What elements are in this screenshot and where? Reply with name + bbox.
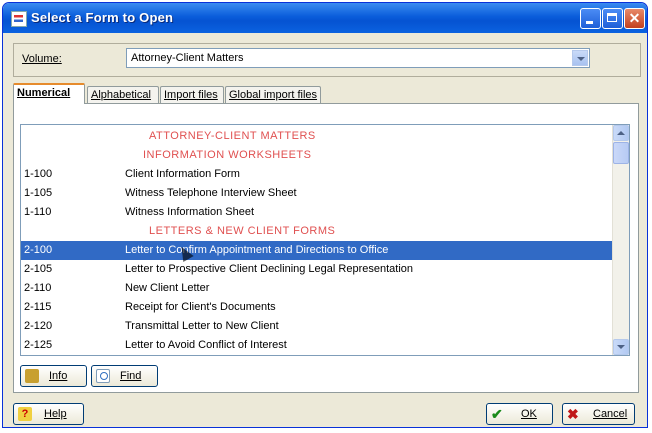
list-item[interactable]: 1-105 Witness Telephone Interview Sheet <box>21 184 614 203</box>
form-code: 2-110 <box>24 282 52 294</box>
tab-label: Numerical <box>17 87 71 99</box>
ok-button-label: OK <box>521 408 537 420</box>
find-button[interactable]: Find <box>91 365 158 387</box>
close-icon: ✕ <box>628 10 641 26</box>
tab-global-import-files[interactable]: Global import files <box>225 86 321 103</box>
vertical-scrollbar[interactable] <box>612 125 629 355</box>
form-title: ATTORNEY-CLIENT MATTERS <box>149 130 316 142</box>
tab-label: Alphabetical <box>91 89 151 101</box>
help-button-label: Help <box>44 408 67 420</box>
cancel-button[interactable]: ✖ Cancel <box>562 403 635 425</box>
form-title: INFORMATION WORKSHEETS <box>143 149 312 161</box>
chevron-down-icon[interactable] <box>572 50 588 66</box>
ok-button[interactable]: ✔ OK <box>486 403 553 425</box>
form-title: Witness Telephone Interview Sheet <box>125 187 297 199</box>
cancel-button-label: Cancel <box>593 408 628 420</box>
list-item[interactable]: 1-110 Witness Information Sheet <box>21 203 614 222</box>
list-item[interactable]: 2-125 Letter to Avoid Conflict of Interes… <box>21 336 614 355</box>
form-title: Letter to Confirm Appointment and Direct… <box>125 244 389 256</box>
volume-value: Attorney-Client Matters <box>131 52 244 64</box>
form-code: 2-115 <box>24 301 52 313</box>
help-icon: ? <box>18 407 32 421</box>
volume-label: Volume: <box>22 53 62 65</box>
form-title: Receipt for Client's Documents <box>125 301 276 313</box>
form-title: Letter to Avoid Conflict of Interest <box>125 339 287 351</box>
list-section-header[interactable]: LETTERS & NEW CLIENT FORMS <box>21 222 614 241</box>
scroll-up-button[interactable] <box>613 125 629 141</box>
x-icon: ✖ <box>567 406 579 422</box>
scroll-thumb[interactable] <box>613 142 629 164</box>
title-bar[interactable]: Select a Form to Open ✕ <box>3 3 647 33</box>
list-item[interactable]: 2-110 New Client Letter <box>21 279 614 298</box>
form-code: 1-100 <box>24 168 53 180</box>
tab-label: Import files <box>164 89 218 101</box>
form-title: Client Information Form <box>125 168 240 180</box>
app-icon <box>11 11 27 27</box>
close-button[interactable]: ✕ <box>624 8 645 29</box>
minimize-button[interactable] <box>580 8 601 29</box>
list-item[interactable]: 2-100 Letter to Confirm Appointment and D… <box>21 241 614 260</box>
form-title: Witness Information Sheet <box>125 206 255 218</box>
forms-list[interactable]: ATTORNEY-CLIENT MATTERS INFORMATION WORKS… <box>20 124 630 356</box>
window-title: Select a Form to Open <box>31 10 174 25</box>
volume-select[interactable]: Attorney-Client Matters <box>126 48 590 68</box>
find-icon <box>96 369 110 383</box>
info-icon <box>25 369 39 383</box>
check-icon: ✔ <box>491 406 503 422</box>
form-title: Transmittal Letter to New Client <box>125 320 279 332</box>
form-code: 2-105 <box>24 263 53 275</box>
find-button-label: Find <box>120 370 142 382</box>
info-button[interactable]: Info <box>20 365 87 387</box>
tab-import-files[interactable]: Import files <box>160 86 224 103</box>
list-item[interactable]: 1-100 Client Information Form <box>21 165 614 184</box>
form-code: 2-100 <box>24 244 53 256</box>
list-item[interactable]: 2-115 Receipt for Client's Documents <box>21 298 614 317</box>
tab-alphabetical[interactable]: Alphabetical <box>87 86 159 103</box>
list-item[interactable]: 2-120 Transmittal Letter to New Client <box>21 317 614 336</box>
scroll-down-button[interactable] <box>613 339 629 355</box>
form-code: 2-125 <box>24 339 53 351</box>
form-code: 2-120 <box>24 320 53 332</box>
list-item[interactable]: 2-105 Letter to Prospective Client Declin… <box>21 260 614 279</box>
dialog-window: Select a Form to Open ✕ Volume: Attorney… <box>2 2 648 428</box>
tab-numerical[interactable]: Numerical <box>13 83 85 104</box>
list-section-header[interactable]: INFORMATION WORKSHEETS <box>21 146 614 165</box>
volume-group: Volume: Attorney-Client Matters <box>13 43 641 77</box>
help-button[interactable]: ? Help <box>13 403 84 425</box>
maximize-button[interactable] <box>602 8 623 29</box>
tab-label: Global import files <box>229 89 318 101</box>
list-section-header[interactable]: ATTORNEY-CLIENT MATTERS <box>21 127 614 146</box>
tab-panel: ATTORNEY-CLIENT MATTERS INFORMATION WORKS… <box>13 103 639 393</box>
form-title: New Client Letter <box>125 282 210 294</box>
form-title: Letter to Prospective Client Declining L… <box>125 263 413 275</box>
form-code: 1-105 <box>24 187 53 199</box>
info-button-label: Info <box>49 370 68 382</box>
form-code: 1-110 <box>24 206 52 218</box>
form-title: LETTERS & NEW CLIENT FORMS <box>149 225 336 237</box>
